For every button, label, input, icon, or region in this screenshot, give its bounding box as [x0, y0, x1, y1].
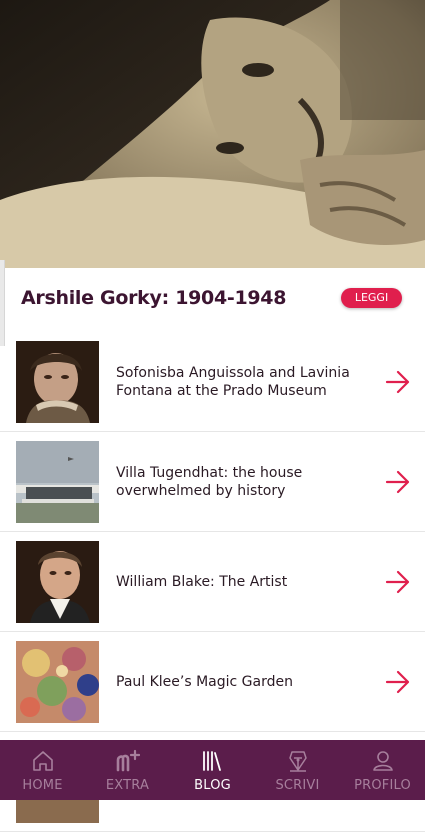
home-icon: [32, 751, 53, 771]
nav-label: HOME: [22, 778, 63, 793]
article-thumbnail: [16, 641, 99, 723]
nav-scrivi[interactable]: SCRIVI: [255, 740, 340, 800]
nav-home[interactable]: HOME: [0, 740, 85, 800]
read-button[interactable]: LEGGI: [341, 288, 402, 308]
article-thumbnail: [16, 541, 99, 623]
arrow-right-icon[interactable]: [385, 570, 411, 594]
nav-label: EXTRA: [105, 778, 150, 793]
article-title: Villa Tugendhat: the house overwhelmed b…: [116, 464, 303, 499]
nav-profilo[interactable]: PROFILO: [340, 740, 425, 800]
featured-title: Arshile Gorky: 1904-1948: [21, 287, 287, 309]
pen-icon: [288, 751, 307, 772]
nav-blog[interactable]: BLOG: [170, 740, 255, 800]
hero-image: [0, 0, 425, 268]
nav-label: SCRIVI: [275, 778, 320, 793]
nav-label: PROFILO: [354, 778, 411, 793]
article-title: William Blake: The Artist: [116, 573, 288, 590]
article-thumbnail: [16, 441, 99, 523]
list-item[interactable]: Paul Klee’s Magic Garden: [0, 632, 425, 732]
bottom-navigation: HOME EXTRA BLOG SCRIVI PROFILO: [0, 740, 425, 800]
arrow-right-icon[interactable]: [385, 370, 411, 394]
books-icon: [202, 751, 221, 771]
nav-extra[interactable]: EXTRA: [85, 740, 170, 800]
nav-label: BLOG: [194, 778, 231, 793]
arrow-right-icon[interactable]: [385, 670, 411, 694]
user-icon: [372, 751, 393, 771]
list-item[interactable]: Villa Tugendhat: the house overwhelmed b…: [0, 432, 425, 532]
extra-icon: [116, 749, 140, 772]
list-item[interactable]: William Blake: The Artist: [0, 532, 425, 632]
article-title: Sofonisba Anguissola and Lavinia Fontana…: [116, 364, 350, 399]
article-thumbnail: [16, 341, 99, 423]
list-item[interactable]: Sofonisba Anguissola and Lavinia Fontana…: [0, 332, 425, 432]
arrow-right-icon[interactable]: [385, 470, 411, 494]
article-title: Paul Klee’s Magic Garden: [116, 673, 293, 690]
